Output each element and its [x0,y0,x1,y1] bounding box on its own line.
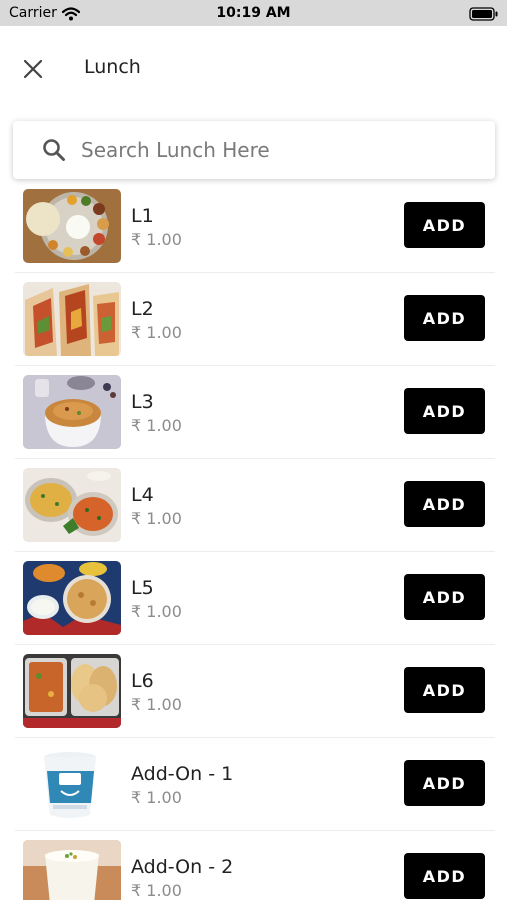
add-button[interactable]: ADD [404,574,485,620]
thali-plate-image [23,189,121,263]
item-price: ₹ 1.00 [131,881,182,900]
item-price: ₹ 1.00 [131,602,182,621]
lassi-glass-image [23,840,121,900]
item-name: L2 [131,298,154,320]
item-name: L5 [131,577,154,599]
search-icon [43,139,65,161]
item-name: L3 [131,391,154,413]
list-item: L3 ₹ 1.00 ADD [0,366,507,459]
item-name: L4 [131,484,154,506]
list-item: L1 ₹ 1.00 ADD [0,180,507,273]
curry-chapati-image [23,654,121,728]
item-price: ₹ 1.00 [131,416,182,435]
add-button[interactable]: ADD [404,202,485,248]
list-item: Add-On - 2 ₹ 1.00 ADD [0,831,507,900]
add-button[interactable]: ADD [404,388,485,434]
add-button[interactable]: ADD [404,481,485,527]
curd-cup-image [23,747,121,821]
add-button[interactable]: ADD [404,853,485,899]
item-price: ₹ 1.00 [131,323,182,342]
item-name: Add-On - 2 [131,856,234,878]
add-button[interactable]: ADD [404,295,485,341]
list-item: Add-On - 1 ₹ 1.00 ADD [0,738,507,831]
list-item: L6 ₹ 1.00 ADD [0,645,507,738]
item-price: ₹ 1.00 [131,695,182,714]
menu-list: L1 ₹ 1.00 ADD L2 ₹ 1.00 ADD L3 ₹ 1.00 AD… [0,180,507,900]
item-name: Add-On - 1 [131,763,234,785]
status-bar: Carrier 10:19 AM [0,0,507,26]
search-input[interactable] [81,130,476,170]
item-price: ₹ 1.00 [131,230,182,249]
item-name: L1 [131,205,154,227]
battery-icon [469,6,499,25]
list-item: L2 ₹ 1.00 ADD [0,273,507,366]
item-name: L6 [131,670,154,692]
page-title: Lunch [84,56,141,78]
paratha-meal-image [23,561,121,635]
header: Lunch [0,26,507,110]
wraps-image [23,282,121,356]
add-button[interactable]: ADD [404,667,485,713]
close-button[interactable] [18,54,48,84]
list-item: L4 ₹ 1.00 ADD [0,459,507,552]
noodles-image [23,468,121,542]
clock: 10:19 AM [216,5,291,21]
close-icon [23,59,43,79]
add-button[interactable]: ADD [404,760,485,806]
item-price: ₹ 1.00 [131,788,182,807]
search-bar [13,121,495,179]
list-item: L5 ₹ 1.00 ADD [0,552,507,645]
screen: Carrier 10:19 AM Lunch Search Lunch Here… [0,0,507,900]
item-price: ₹ 1.00 [131,509,182,528]
rice-bowl-image [23,375,121,449]
